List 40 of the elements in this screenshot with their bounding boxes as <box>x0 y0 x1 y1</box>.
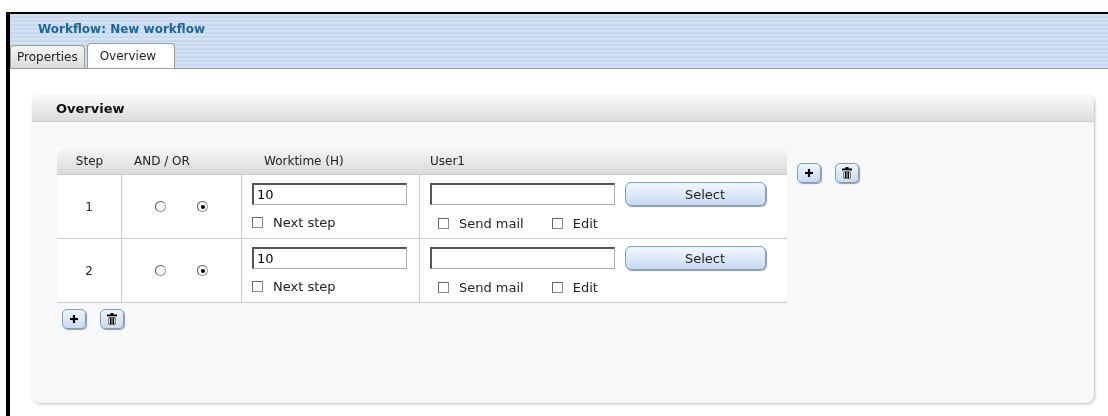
delete-button[interactable] <box>100 309 124 329</box>
user-field[interactable] <box>430 247 615 269</box>
tab[interactable]: Properties <box>10 45 85 68</box>
column-header: AND / OR <box>134 154 190 168</box>
send-mail-checkbox[interactable]: Send mail <box>438 280 524 295</box>
edit-checkbox[interactable]: Edit <box>551 216 598 231</box>
plus-icon <box>804 168 814 178</box>
column-header: User1 <box>430 154 465 168</box>
checkbox[interactable] <box>551 282 563 293</box>
plus-icon <box>69 314 79 324</box>
radio-button[interactable] <box>155 265 166 276</box>
send-mail-checkbox[interactable]: Send mail <box>438 216 524 231</box>
checkbox[interactable] <box>551 218 563 229</box>
radio-button[interactable] <box>197 265 208 276</box>
column-header: Worktime (H) <box>264 154 344 168</box>
checkbox[interactable] <box>252 281 263 292</box>
radio-button[interactable] <box>155 201 166 212</box>
user-field[interactable] <box>430 183 615 205</box>
checkbox[interactable] <box>438 218 449 229</box>
window-title: Workflow: New workflow <box>38 22 206 38</box>
tab[interactable]: Overview <box>86 43 176 68</box>
checkbox[interactable] <box>252 217 263 228</box>
trash-icon <box>107 313 117 325</box>
step-number: 2 <box>85 263 93 278</box>
worktime-field[interactable]: 10 <box>252 247 407 269</box>
next-step-checkbox[interactable]: Next step <box>252 279 336 294</box>
worktime-field[interactable]: 10 <box>252 183 407 205</box>
add-button[interactable] <box>62 309 86 329</box>
trash-icon <box>842 167 852 179</box>
select-button[interactable]: Select <box>625 246 766 270</box>
radio-button[interactable] <box>197 201 208 212</box>
column-header: Step <box>75 154 104 168</box>
select-button[interactable]: Select <box>625 182 766 206</box>
checkbox[interactable] <box>438 282 449 293</box>
next-step-checkbox[interactable]: Next step <box>252 215 336 230</box>
step-number: 1 <box>85 199 93 214</box>
edit-checkbox[interactable]: Edit <box>551 280 598 295</box>
add-button[interactable] <box>797 163 821 183</box>
panel-title: Overview <box>56 100 125 116</box>
delete-button[interactable] <box>835 163 859 183</box>
